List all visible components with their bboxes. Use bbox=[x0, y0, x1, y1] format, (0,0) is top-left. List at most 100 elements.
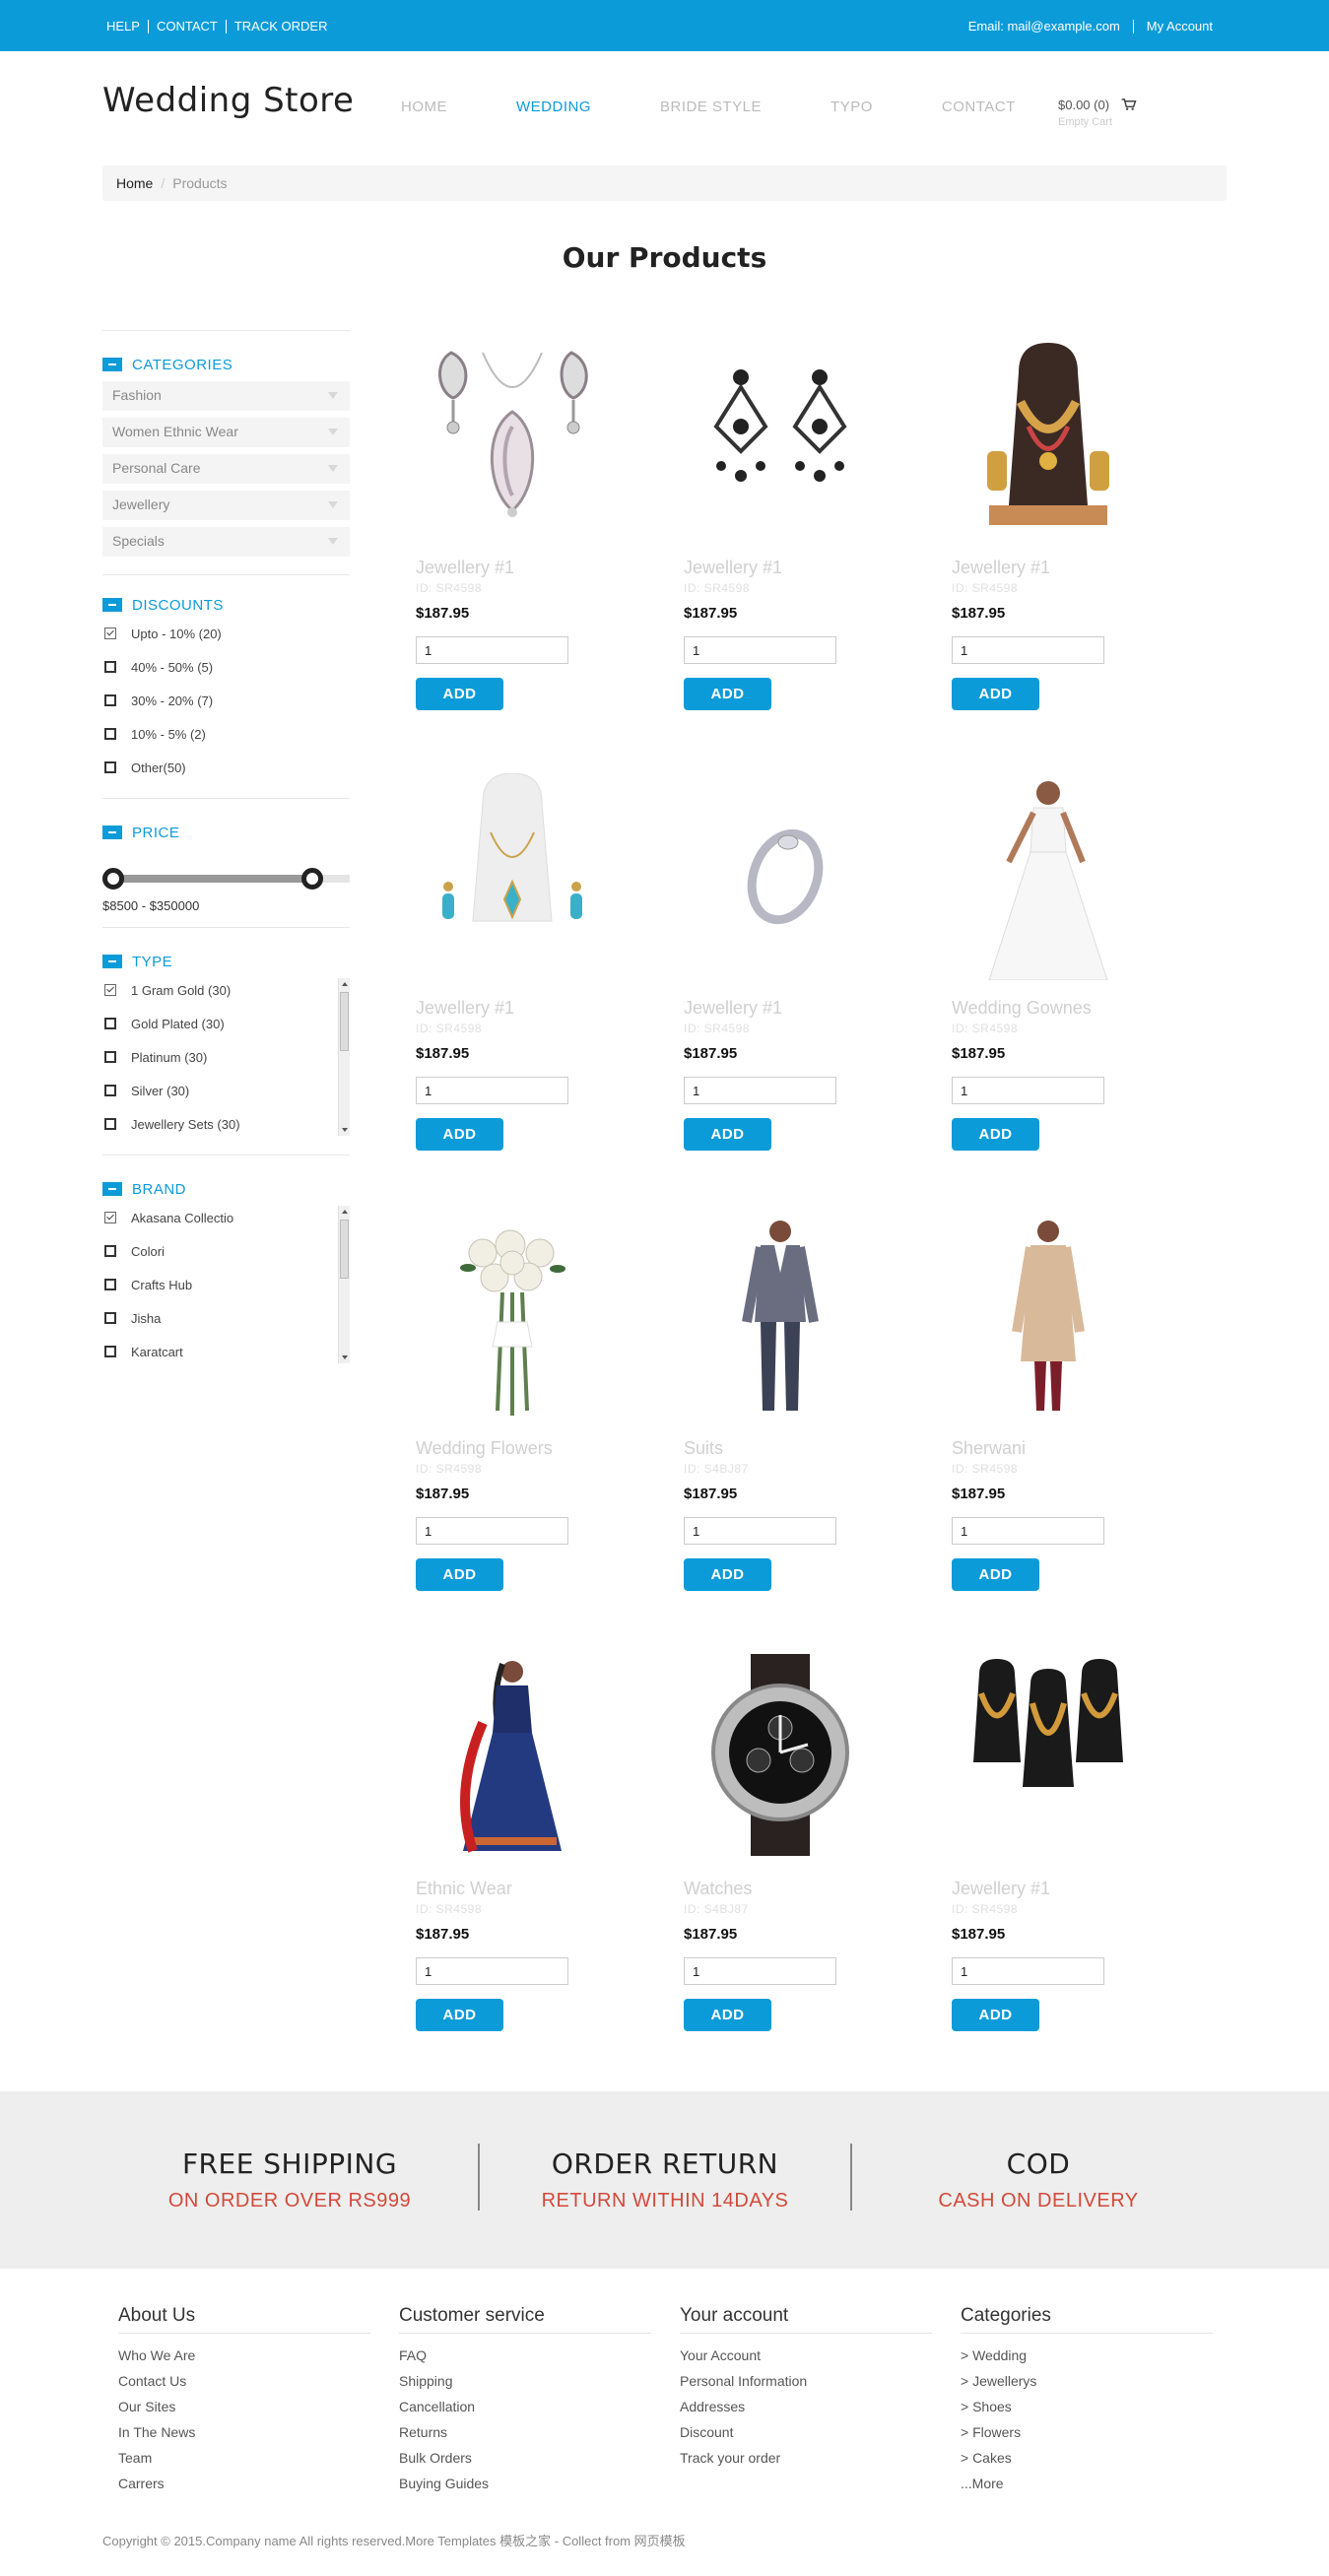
collapse-icon[interactable] bbox=[102, 358, 122, 371]
quantity-input[interactable] bbox=[952, 1517, 1104, 1545]
category-item[interactable]: Women Ethnic Wear bbox=[102, 418, 350, 447]
checkbox-row[interactable]: Karatcart bbox=[102, 1335, 350, 1368]
watch-icon[interactable] bbox=[682, 1654, 879, 1861]
price-header[interactable]: PRICE bbox=[102, 823, 350, 842]
add-to-cart-button[interactable]: ADD bbox=[684, 1118, 771, 1151]
collapse-icon[interactable] bbox=[102, 598, 122, 612]
nav-contact[interactable]: CONTACT bbox=[942, 99, 1016, 115]
footer-link[interactable]: Discount bbox=[680, 2419, 932, 2445]
scroll-down-icon[interactable] bbox=[342, 1355, 348, 1359]
checkbox[interactable] bbox=[104, 1085, 116, 1096]
product-name[interactable]: Wedding Flowers bbox=[416, 1438, 553, 1459]
product-name[interactable]: Jewellery #1 bbox=[684, 998, 782, 1019]
ethnic-dress-icon[interactable] bbox=[414, 1654, 611, 1861]
earrings-icon[interactable] bbox=[682, 333, 879, 540]
footer-link[interactable]: Track your order bbox=[680, 2445, 932, 2471]
discounts-header[interactable]: DISCOUNTS bbox=[102, 595, 350, 615]
add-to-cart-button[interactable]: ADD bbox=[416, 678, 503, 710]
type-scrollbar[interactable] bbox=[338, 978, 350, 1136]
checkbox-row[interactable]: Crafts Hub bbox=[102, 1268, 350, 1301]
add-to-cart-button[interactable]: ADD bbox=[952, 1999, 1039, 2031]
checkbox[interactable] bbox=[104, 661, 116, 673]
product-name[interactable]: Ethnic Wear bbox=[416, 1879, 512, 1899]
type-header[interactable]: TYPE bbox=[102, 952, 350, 971]
bouquet-icon[interactable] bbox=[414, 1214, 611, 1420]
footer-link[interactable]: Shipping bbox=[399, 2368, 651, 2394]
quantity-input[interactable] bbox=[684, 636, 836, 664]
checkbox-checked[interactable] bbox=[104, 984, 116, 996]
nav-typo[interactable]: TYPO bbox=[831, 99, 873, 115]
track-order-link[interactable]: TRACK ORDER bbox=[227, 20, 336, 33]
footer-link[interactable]: Your Account bbox=[680, 2343, 932, 2368]
wedding-gown-icon[interactable] bbox=[950, 773, 1147, 980]
checkbox-row[interactable]: Jewellery Sets (30) bbox=[102, 1107, 350, 1141]
collapse-icon[interactable] bbox=[102, 826, 122, 839]
checkbox[interactable] bbox=[104, 761, 116, 773]
footer-link[interactable]: Team bbox=[118, 2445, 370, 2471]
footer-link[interactable]: In The News bbox=[118, 2419, 370, 2445]
brand-scrollbar[interactable] bbox=[338, 1206, 350, 1363]
slider-max-handle[interactable] bbox=[300, 868, 323, 890]
quantity-input[interactable] bbox=[952, 636, 1104, 664]
jewellery-display-icon[interactable] bbox=[950, 1654, 1147, 1861]
checkbox-row[interactable]: Gold Plated (30) bbox=[102, 1007, 350, 1040]
footer-link[interactable]: Who We Are bbox=[118, 2343, 370, 2368]
quantity-input[interactable] bbox=[684, 1077, 836, 1104]
scroll-up-icon[interactable] bbox=[342, 982, 348, 986]
quantity-input[interactable] bbox=[416, 1077, 568, 1104]
price-slider[interactable] bbox=[102, 867, 350, 890]
add-to-cart-button[interactable]: ADD bbox=[952, 678, 1039, 710]
nav-home[interactable]: HOME bbox=[401, 99, 447, 115]
checkbox[interactable] bbox=[104, 1279, 116, 1290]
footer-link[interactable]: ...More bbox=[961, 2471, 1213, 2496]
footer-link[interactable]: > Flowers bbox=[961, 2419, 1213, 2445]
scroll-thumb[interactable] bbox=[340, 992, 349, 1051]
checkbox-checked[interactable] bbox=[104, 1212, 116, 1223]
footer-link[interactable]: FAQ bbox=[399, 2343, 651, 2368]
logo[interactable]: Wedding Store bbox=[102, 81, 354, 120]
bridal-necklace-icon[interactable] bbox=[950, 333, 1147, 540]
pendant-set-icon[interactable] bbox=[414, 773, 611, 980]
quantity-input[interactable] bbox=[684, 1957, 836, 1985]
footer-link[interactable]: Bulk Orders bbox=[399, 2445, 651, 2471]
add-to-cart-button[interactable]: ADD bbox=[952, 1558, 1039, 1591]
collapse-icon[interactable] bbox=[102, 955, 122, 968]
quantity-input[interactable] bbox=[952, 1077, 1104, 1104]
checkbox-row[interactable]: 30% - 20% (7) bbox=[102, 684, 350, 717]
checkbox[interactable] bbox=[104, 728, 116, 740]
help-link[interactable]: HELP bbox=[106, 20, 149, 33]
quantity-input[interactable] bbox=[684, 1517, 836, 1545]
categories-header[interactable]: CATEGORIES bbox=[102, 355, 350, 374]
add-to-cart-button[interactable]: ADD bbox=[684, 1558, 771, 1591]
footer-link[interactable]: > Wedding bbox=[961, 2343, 1213, 2368]
contact-link[interactable]: CONTACT bbox=[149, 20, 227, 33]
sherwani-icon[interactable] bbox=[950, 1214, 1147, 1420]
footer-link[interactable]: Returns bbox=[399, 2419, 651, 2445]
add-to-cart-button[interactable]: ADD bbox=[684, 678, 771, 710]
checkbox[interactable] bbox=[104, 1245, 116, 1257]
category-item[interactable]: Specials bbox=[102, 527, 350, 557]
add-to-cart-button[interactable]: ADD bbox=[952, 1118, 1039, 1151]
checkbox-checked[interactable] bbox=[104, 627, 116, 639]
product-name[interactable]: Watches bbox=[684, 1879, 752, 1899]
footer-link[interactable]: Cancellation bbox=[399, 2394, 651, 2419]
checkbox-row[interactable]: Colori bbox=[102, 1234, 350, 1268]
product-name[interactable]: Jewellery #1 bbox=[952, 1879, 1050, 1899]
category-item[interactable]: Fashion bbox=[102, 381, 350, 411]
checkbox[interactable] bbox=[104, 1118, 116, 1130]
checkbox[interactable] bbox=[104, 694, 116, 706]
checkbox-row[interactable]: 10% - 5% (2) bbox=[102, 717, 350, 751]
nav-bride-style[interactable]: BRIDE STYLE bbox=[660, 99, 762, 115]
checkbox-row[interactable]: 40% - 50% (5) bbox=[102, 650, 350, 684]
checkbox-row[interactable]: Upto - 10% (20) bbox=[102, 617, 350, 650]
footer-link[interactable]: Contact Us bbox=[118, 2368, 370, 2394]
product-name[interactable]: Wedding Gownes bbox=[952, 998, 1092, 1019]
checkbox-row[interactable]: Platinum (30) bbox=[102, 1040, 350, 1074]
footer-link[interactable]: Carrers bbox=[118, 2471, 370, 2496]
add-to-cart-button[interactable]: ADD bbox=[416, 1999, 503, 2031]
breadcrumb-home[interactable]: Home bbox=[116, 175, 153, 191]
quantity-input[interactable] bbox=[416, 1517, 568, 1545]
email-link[interactable]: Email: mail@example.com bbox=[956, 20, 1133, 33]
scroll-down-icon[interactable] bbox=[342, 1128, 348, 1132]
footer-link[interactable]: Our Sites bbox=[118, 2394, 370, 2419]
